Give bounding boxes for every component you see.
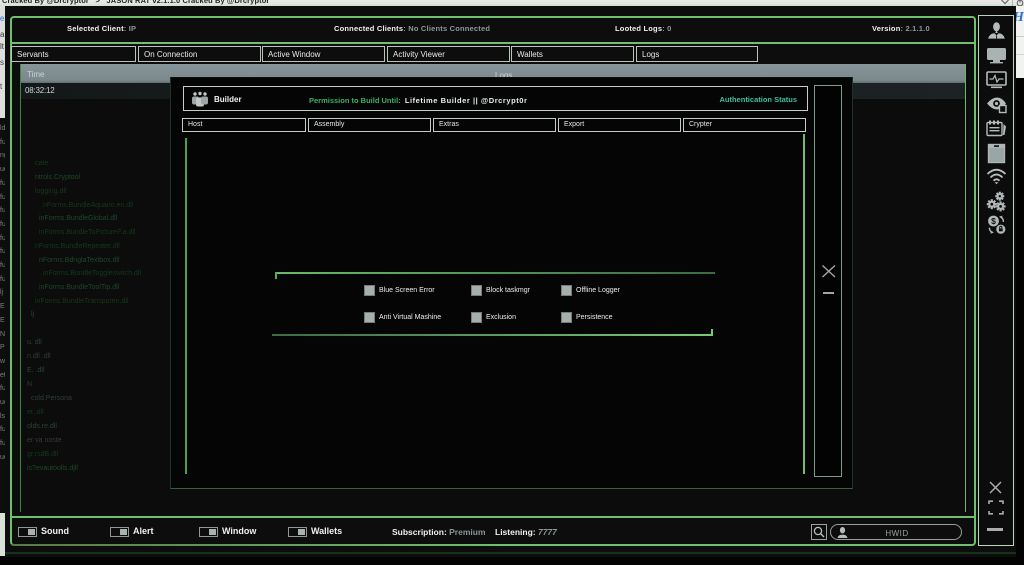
svg-text:$: $: [991, 216, 996, 226]
